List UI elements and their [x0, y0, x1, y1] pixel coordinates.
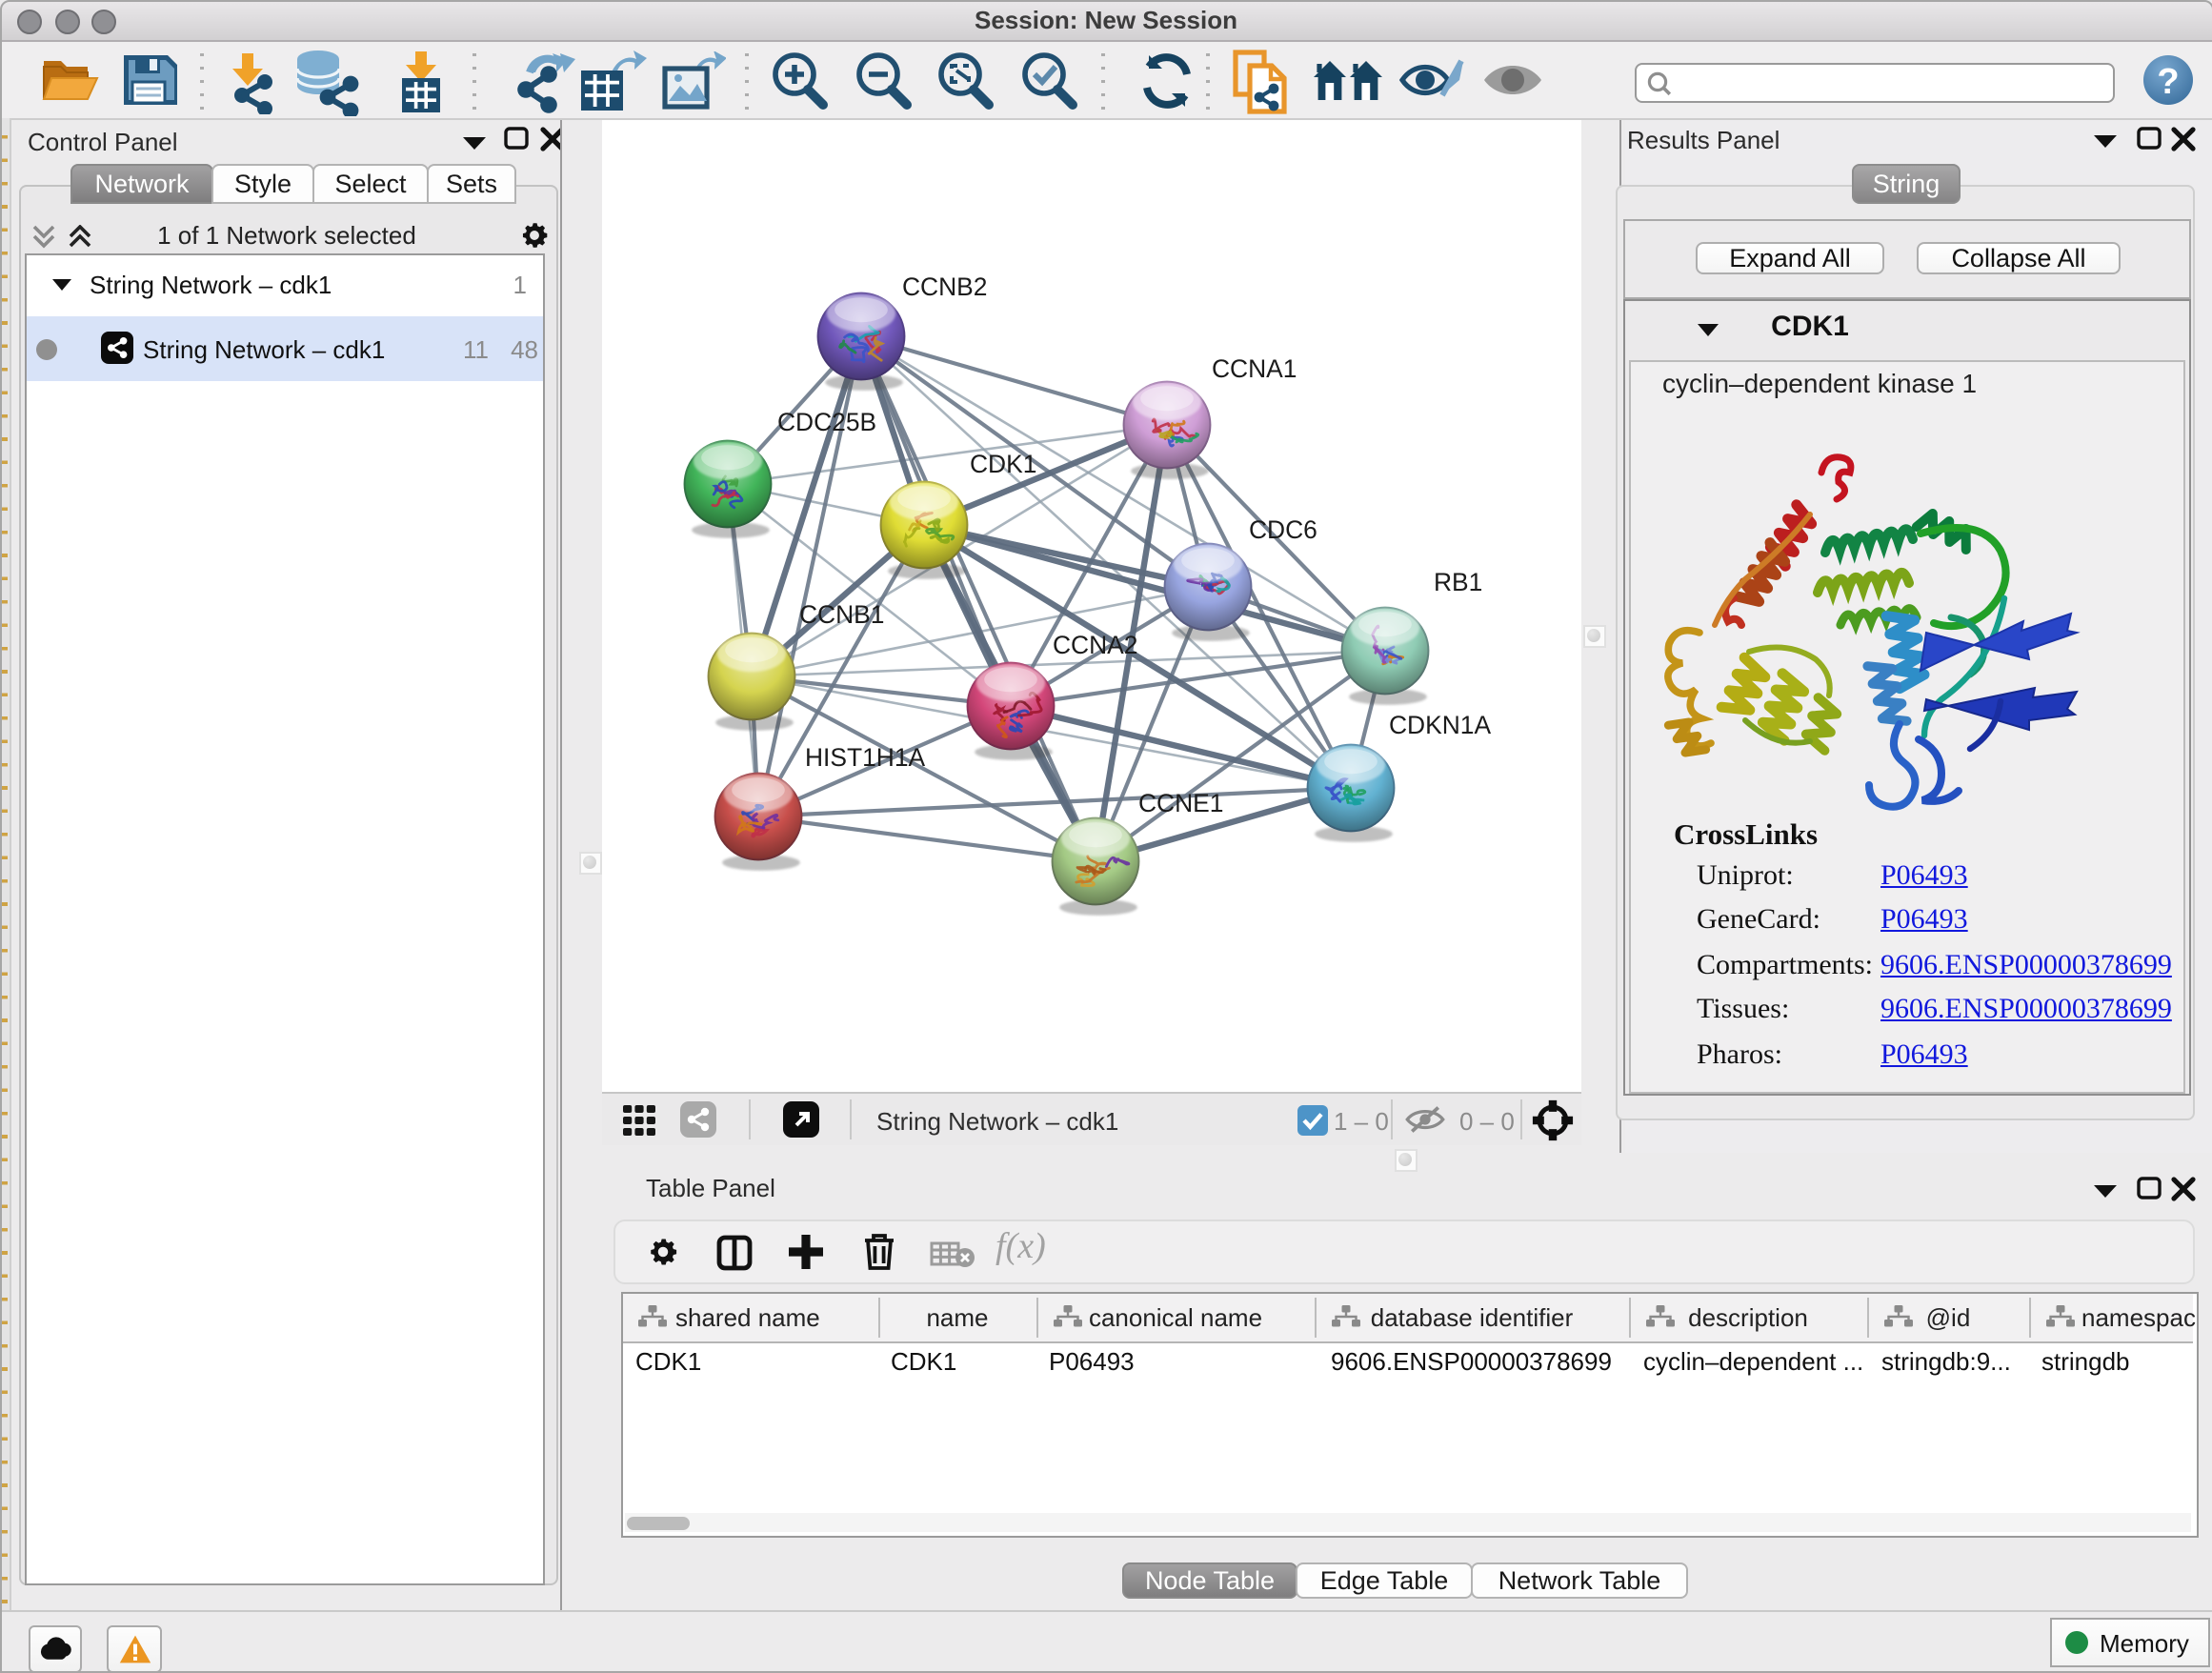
svg-text:CCNE1: CCNE1	[1138, 789, 1223, 817]
svg-text:CCNA2: CCNA2	[1053, 631, 1137, 659]
svg-text:CDK1: CDK1	[970, 450, 1036, 478]
svg-text:CCNB1: CCNB1	[799, 600, 884, 629]
svg-text:CDKN1A: CDKN1A	[1389, 711, 1491, 739]
svg-text:CDC6: CDC6	[1249, 515, 1317, 544]
svg-text:CCNB2: CCNB2	[902, 272, 987, 301]
svg-text:HIST1H1A: HIST1H1A	[805, 743, 926, 772]
svg-text:RB1: RB1	[1434, 568, 1482, 596]
svg-text:?: ?	[2157, 62, 2179, 102]
svg-text:CDC25B: CDC25B	[777, 408, 876, 436]
svg-text:CCNA1: CCNA1	[1212, 354, 1297, 383]
